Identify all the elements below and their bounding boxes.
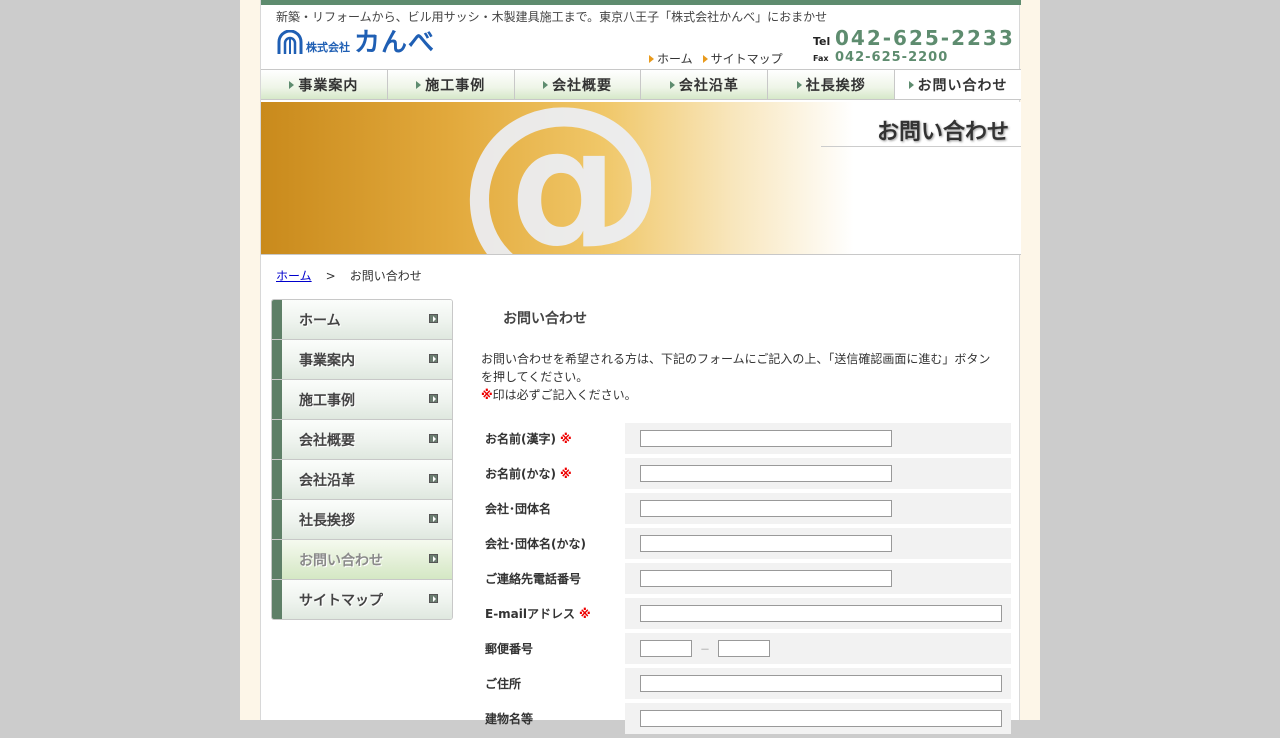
form-instructions: お問い合わせを希望される方は、下記のフォームにご記入の上、「送信確認画面に進む」… <box>481 352 991 402</box>
email-input[interactable] <box>640 605 1002 622</box>
page-container: 新築・リフォームから、ビル用サッシ・木製建具施工まで。東京八王子「株式会社かんべ… <box>260 0 1021 734</box>
breadcrumb-home-link[interactable]: ホーム <box>276 269 312 283</box>
required-mark: ※ <box>481 388 493 402</box>
company-input[interactable] <box>640 500 892 517</box>
page-title: お問い合わせ <box>876 120 1009 145</box>
zip-second-input[interactable] <box>718 640 770 657</box>
play-icon <box>429 474 438 483</box>
name-kana-label: お名前(かな) <box>485 467 556 481</box>
contact-numbers: Tel 042-625-2233 Fax 042-625-2200 <box>813 26 1015 65</box>
sidebar-item-business[interactable]: 事業案内 <box>272 340 452 380</box>
required-mark: ※ <box>579 606 591 621</box>
sidebar-item-contact[interactable]: お問い合わせ <box>272 540 452 580</box>
sidebar-item-sitemap[interactable]: サイトマップ <box>272 580 452 619</box>
play-icon <box>429 554 438 563</box>
breadcrumb-separator: > <box>325 269 336 283</box>
arrow-icon <box>908 80 914 89</box>
name-kanji-label: お名前(漢字) <box>485 432 556 446</box>
arrow-icon <box>702 54 708 63</box>
name-kana-input[interactable] <box>640 465 892 482</box>
form-row: 建物名等 <box>481 703 1011 734</box>
header-link-home[interactable]: ホーム <box>649 50 693 67</box>
arrow-icon <box>543 80 549 89</box>
breadcrumb: ホーム > お問い合わせ <box>276 267 422 284</box>
title-divider <box>821 146 1021 147</box>
play-icon <box>429 514 438 523</box>
gnav-item-contact[interactable]: お問い合わせ <box>895 70 1021 99</box>
page-background: 新築・リフォームから、ビル用サッシ・木製建具施工まで。東京八王子「株式会社かんべ… <box>240 0 1040 734</box>
play-icon <box>429 354 438 363</box>
sidebar-item-home[interactable]: ホーム <box>272 300 452 340</box>
sidebar-menu: ホーム 事業案内 施工事例 会社概要 会社沿革 社長挨拶 お問い合わせ サイトマ… <box>271 299 453 620</box>
play-icon <box>429 594 438 603</box>
form-row: お名前(漢字) ※ <box>481 423 1011 454</box>
header-link-sitemap[interactable]: サイトマップ <box>702 50 783 67</box>
site-logo[interactable]: 株式会社 カんべ <box>277 28 435 58</box>
form-row: E-mailアドレス ※ <box>481 598 1011 629</box>
sidebar-item-company[interactable]: 会社概要 <box>272 420 452 460</box>
form-row: ご連絡先電話番号 <box>481 563 1011 594</box>
form-row: 郵便番号 － <box>481 633 1011 664</box>
tel-number: 042-625-2233 <box>835 26 1015 50</box>
header-links: ホーム サイトマップ <box>649 50 783 67</box>
building-input[interactable] <box>640 710 1002 727</box>
name-kanji-input[interactable] <box>640 430 892 447</box>
required-mark: ※ <box>559 466 572 481</box>
zip-label: 郵便番号 <box>485 642 534 656</box>
top-accent-bar <box>261 0 1021 5</box>
form-row: ご住所 <box>481 668 1011 699</box>
building-label: 建物名等 <box>485 712 534 726</box>
form-row: 会社･団体名(かな) <box>481 528 1011 559</box>
arrow-icon <box>416 80 422 89</box>
company-kana-input[interactable] <box>640 535 892 552</box>
gnav-item-works[interactable]: 施工事例 <box>387 70 515 99</box>
at-sign-graphic: @ <box>456 102 666 255</box>
gnav-item-history[interactable]: 会社沿革 <box>641 70 769 99</box>
email-label: E-mailアドレス <box>485 607 576 621</box>
company-label: 会社･団体名 <box>485 502 552 516</box>
play-icon <box>429 434 438 443</box>
tel-label: Tel <box>813 35 831 48</box>
arrow-icon <box>289 80 295 89</box>
logo-company-name: カんべ <box>354 28 436 58</box>
section-heading: お問い合わせ <box>503 311 587 327</box>
site-tagline: 新築・リフォームから、ビル用サッシ・木製建具施工まで。東京八王子「株式会社かんべ… <box>276 10 828 24</box>
gnav-item-business[interactable]: 事業案内 <box>261 70 388 99</box>
phone-input[interactable] <box>640 570 892 587</box>
play-icon <box>429 394 438 403</box>
gnav-item-company[interactable]: 会社概要 <box>514 70 642 99</box>
form-row: お名前(かな) ※ <box>481 458 1011 489</box>
hero-banner: @ お問い合わせ <box>261 102 1021 255</box>
logo-company-type: 株式会社 <box>306 41 350 54</box>
global-nav: 事業案内 施工事例 会社概要 会社沿革 社長挨拶 お問い合わせ <box>261 69 1021 100</box>
phone-label: ご連絡先電話番号 <box>485 572 582 586</box>
play-icon <box>429 314 438 323</box>
company-kana-label: 会社･団体名(かな) <box>485 537 586 551</box>
fax-label: Fax <box>813 54 829 63</box>
breadcrumb-current: お問い合わせ <box>349 269 422 283</box>
address-label: ご住所 <box>485 677 522 691</box>
zip-dash: － <box>700 645 710 656</box>
sidebar-item-history[interactable]: 会社沿革 <box>272 460 452 500</box>
sidebar-item-greeting[interactable]: 社長挨拶 <box>272 500 452 540</box>
zip-first-input[interactable] <box>640 640 692 657</box>
address-input[interactable] <box>640 675 1002 692</box>
required-mark: ※ <box>559 431 572 446</box>
fax-number: 042-625-2200 <box>835 50 949 65</box>
sidebar-item-works[interactable]: 施工事例 <box>272 380 452 420</box>
logo-arch-icon <box>277 30 303 54</box>
contact-form: お名前(漢字) ※ お名前(かな) ※ 会社･団体名 会社･団体名(かな) ご連絡先… <box>481 423 1011 738</box>
arrow-icon <box>649 54 654 63</box>
gnav-item-greeting[interactable]: 社長挨拶 <box>768 70 896 99</box>
arrow-icon <box>669 80 675 89</box>
arrow-icon <box>796 80 802 89</box>
form-row: 会社･団体名 <box>481 493 1011 524</box>
